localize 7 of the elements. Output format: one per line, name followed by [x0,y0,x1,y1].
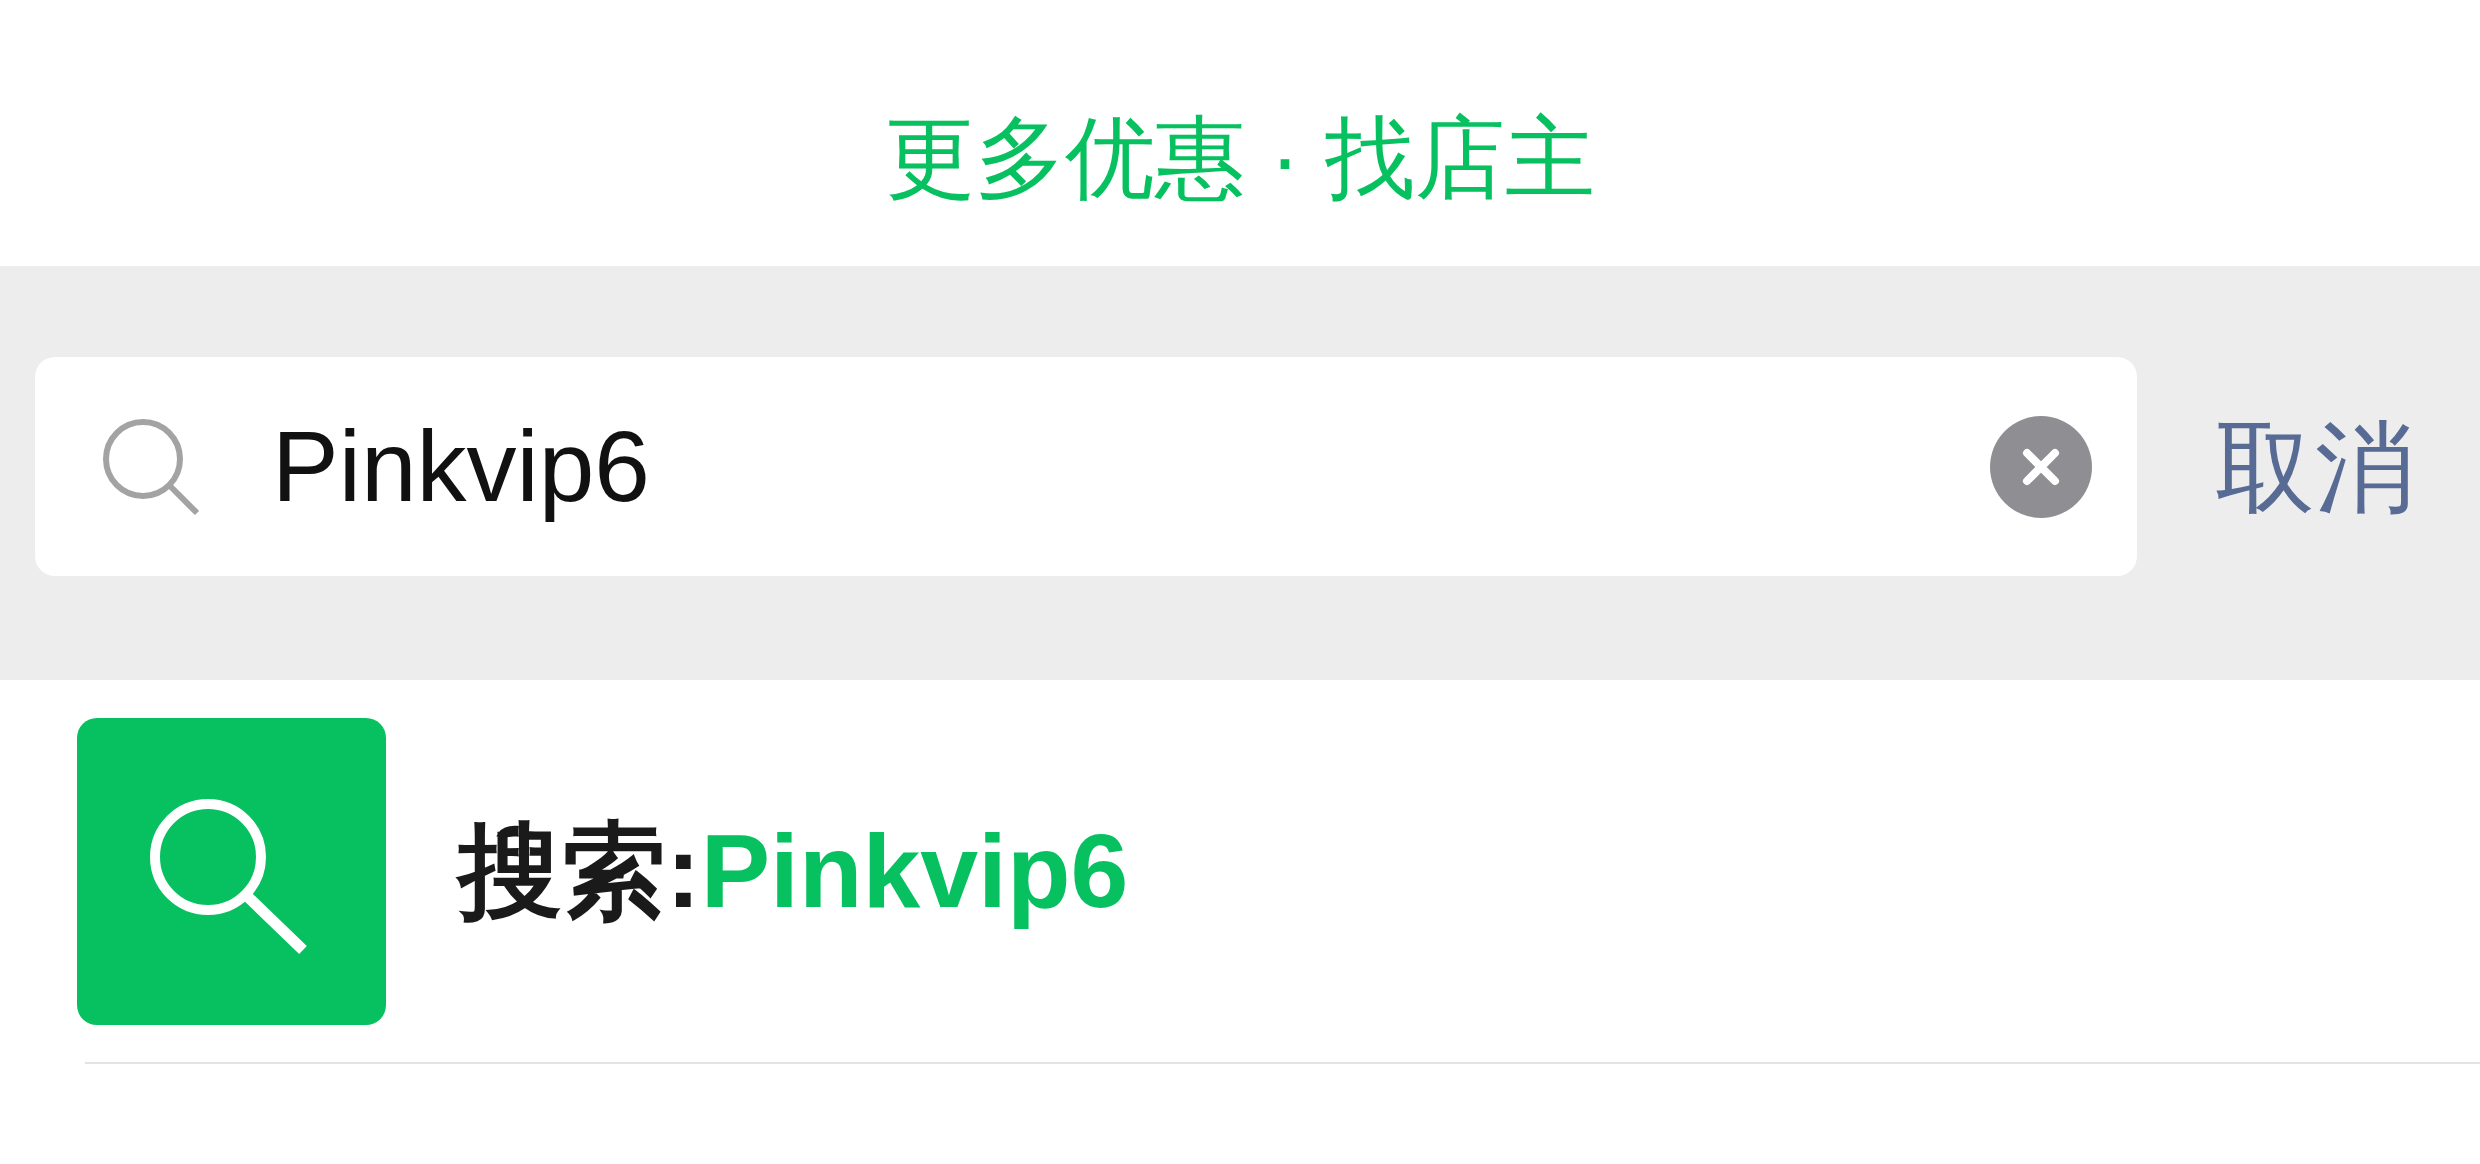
cancel-button[interactable]: 取消 [2215,406,2415,527]
page-title: 更多优惠 · 找店主 [885,107,1595,210]
clear-icon[interactable] [1990,415,2092,518]
search-input[interactable]: Pinkvip6 [272,406,1950,527]
search-icon [77,718,386,1025]
search-icon [102,417,200,516]
search-field[interactable]: Pinkvip6 [35,357,2137,576]
